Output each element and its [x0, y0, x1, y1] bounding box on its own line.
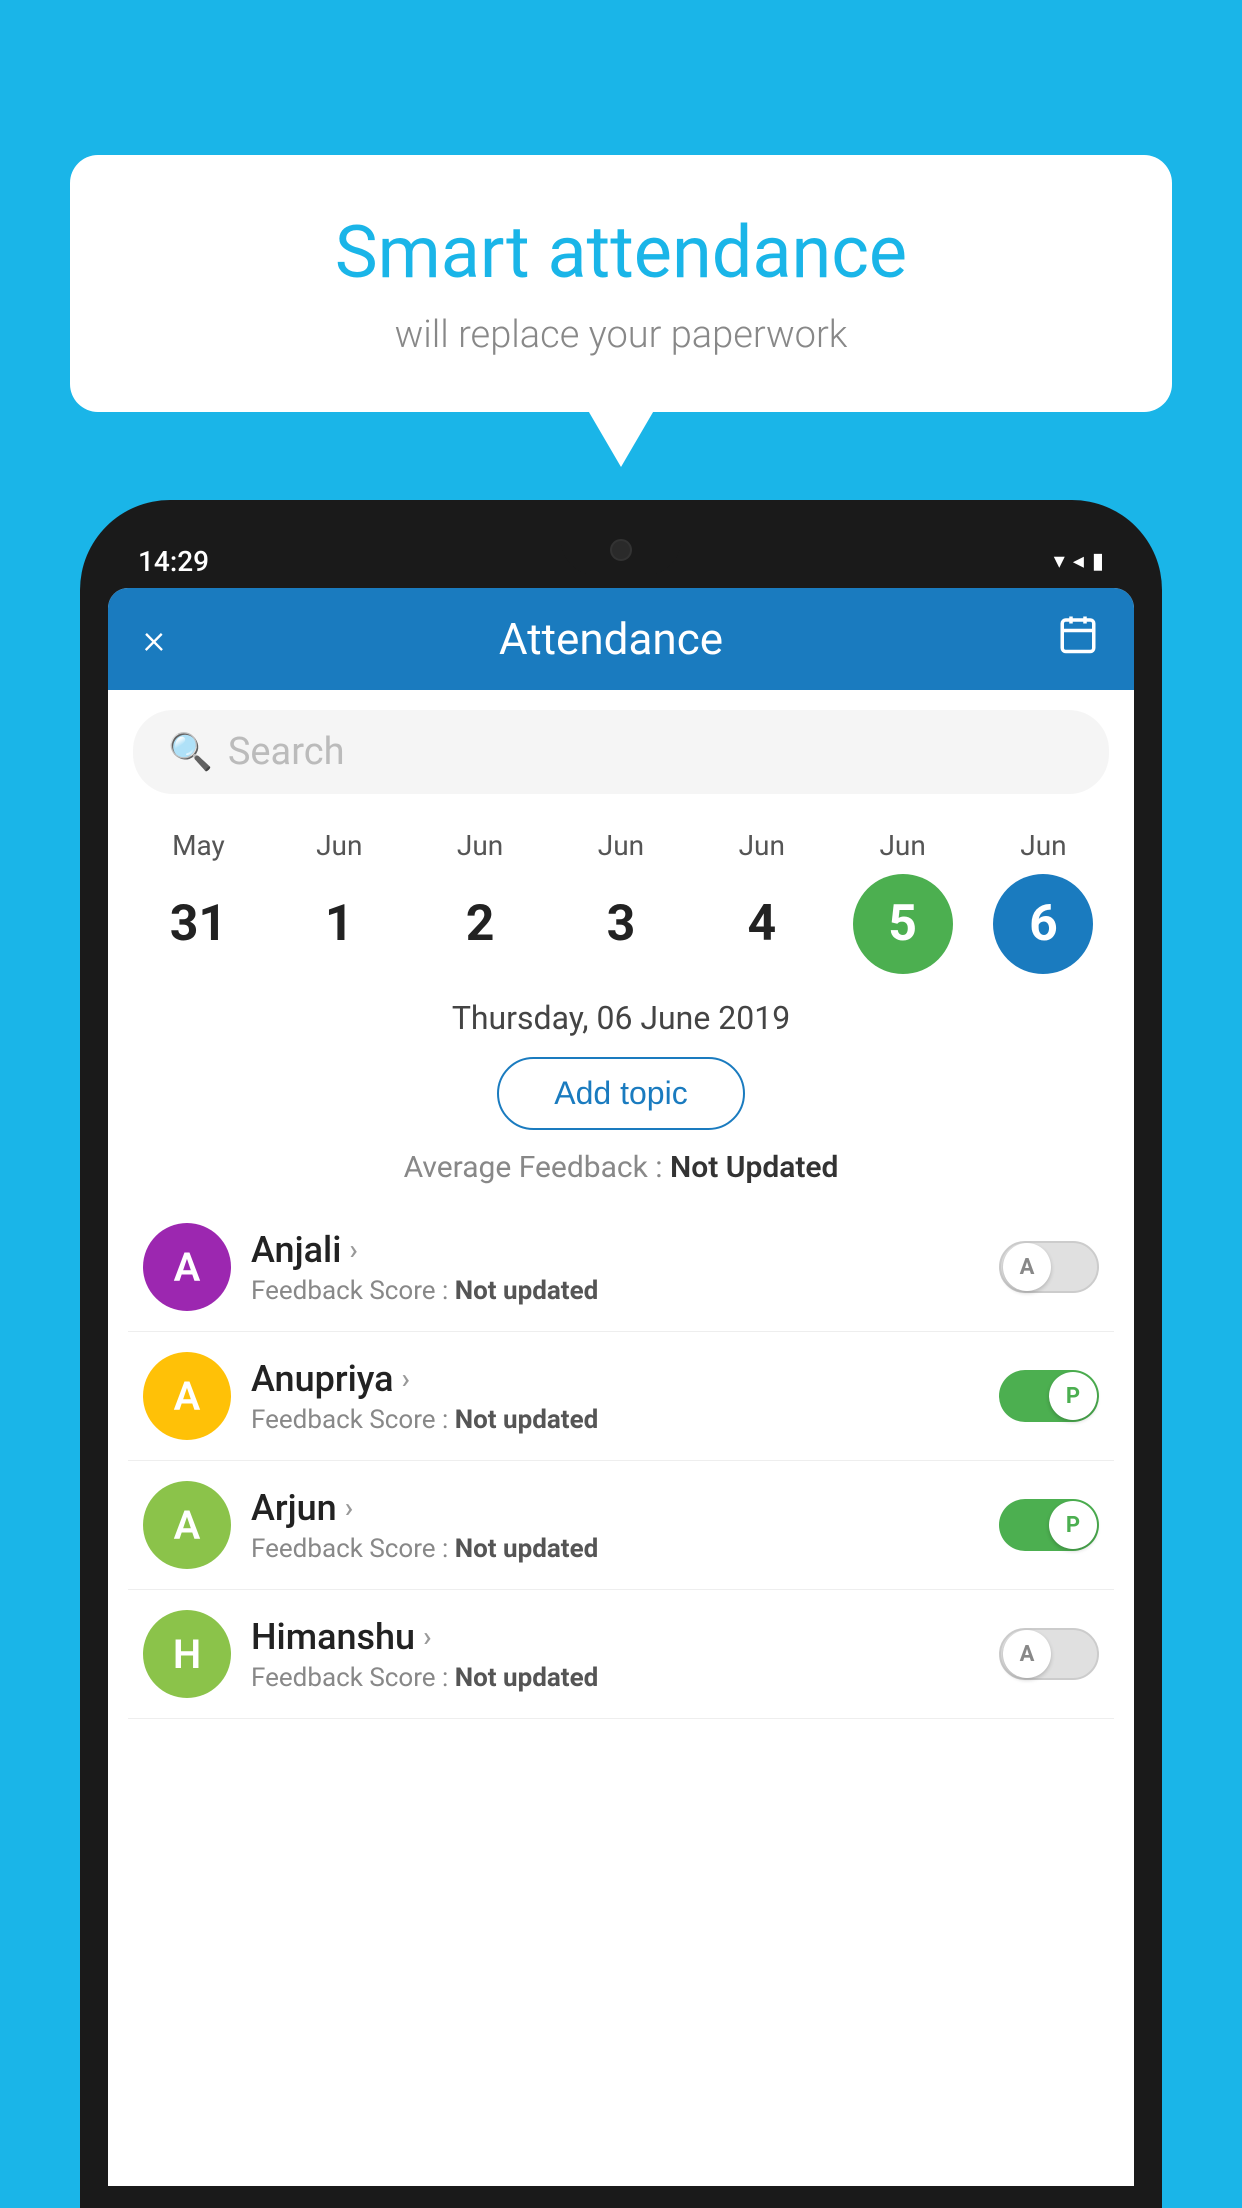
cal-month-label: Jun	[739, 829, 785, 862]
search-bar[interactable]: 🔍 Search	[133, 710, 1109, 794]
selected-date: Thursday, 06 June 2019	[108, 979, 1134, 1052]
student-info: Himanshu › Feedback Score : Not updated	[251, 1616, 979, 1693]
list-item[interactable]: A Anupriya › Feedback Score : Not updated P	[128, 1332, 1114, 1461]
calendar-day[interactable]: Jun 5	[843, 829, 963, 974]
close-button[interactable]: ×	[143, 615, 165, 664]
bubble-title: Smart attendance	[130, 210, 1112, 295]
student-list: AAnjali ›Feedback Score : Not updatedAAA…	[108, 1203, 1134, 1719]
attendance-toggle[interactable]: P	[999, 1499, 1099, 1551]
speech-bubble: Smart attendance will replace your paper…	[70, 155, 1172, 412]
cal-date-number[interactable]: 1	[289, 874, 389, 974]
student-name: Himanshu ›	[251, 1616, 979, 1658]
chevron-right-icon: ›	[345, 1491, 353, 1524]
calendar-day[interactable]: Jun 1	[279, 829, 399, 974]
add-topic-container: Add topic	[108, 1052, 1134, 1145]
cal-date-number[interactable]: 6	[993, 874, 1093, 974]
avatar: A	[143, 1481, 231, 1569]
calendar-day[interactable]: Jun 6	[983, 829, 1103, 974]
toggle-knob: P	[1049, 1501, 1097, 1549]
avatar: A	[143, 1223, 231, 1311]
list-item[interactable]: A Arjun › Feedback Score : Not updated P	[128, 1461, 1114, 1590]
list-item[interactable]: H Himanshu › Feedback Score : Not updated A	[128, 1590, 1114, 1719]
calendar-day[interactable]: Jun 2	[420, 829, 540, 974]
student-info: Arjun › Feedback Score : Not updated	[251, 1487, 979, 1564]
cal-date-number[interactable]: 4	[712, 874, 812, 974]
student-feedback: Feedback Score : Not updated	[251, 1405, 979, 1435]
toggle-knob: A	[1003, 1243, 1051, 1291]
attendance-toggle[interactable]: A	[999, 1241, 1099, 1293]
app-header: × Attendance	[108, 588, 1134, 690]
cal-date-number[interactable]: 31	[148, 874, 248, 974]
chevron-right-icon: ›	[402, 1362, 410, 1395]
calendar-day[interactable]: Jun 4	[702, 829, 822, 974]
cal-month-label: Jun	[457, 829, 503, 862]
search-placeholder: Search	[228, 730, 345, 774]
chevron-right-icon: ›	[423, 1620, 431, 1653]
student-info: Anjali › Feedback Score : Not updated	[251, 1229, 979, 1306]
bubble-subtitle: will replace your paperwork	[130, 313, 1112, 357]
calendar-row: May 31 Jun 1 Jun 2 Jun 3 Jun 4 Jun 5 Jun 6	[108, 814, 1134, 979]
search-icon: 🔍	[168, 731, 213, 773]
student-name: Arjun ›	[251, 1487, 979, 1529]
calendar-icon[interactable]	[1057, 613, 1099, 665]
cal-date-number[interactable]: 5	[853, 874, 953, 974]
avatar: H	[143, 1610, 231, 1698]
header-title: Attendance	[499, 613, 723, 665]
cal-month-label: Jun	[879, 829, 925, 862]
phone-frame: 14:29 ▾ ◂ ▮ × Attendance	[80, 500, 1162, 2208]
cal-date-number[interactable]: 3	[571, 874, 671, 974]
student-feedback: Feedback Score : Not updated	[251, 1663, 979, 1693]
student-feedback: Feedback Score : Not updated	[251, 1534, 979, 1564]
toggle-knob: A	[1003, 1630, 1051, 1678]
add-topic-button[interactable]: Add topic	[497, 1057, 744, 1130]
signal-icon: ◂	[1073, 549, 1084, 574]
cal-date-number[interactable]: 2	[430, 874, 530, 974]
calendar-day[interactable]: May 31	[138, 829, 258, 974]
notch-camera	[610, 539, 632, 561]
cal-month-label: May	[172, 829, 225, 862]
student-name: Anupriya ›	[251, 1358, 979, 1400]
avatar: A	[143, 1352, 231, 1440]
status-time: 14:29	[138, 545, 209, 578]
wifi-icon: ▾	[1054, 549, 1065, 574]
status-icons: ▾ ◂ ▮	[1054, 549, 1104, 574]
cal-month-label: Jun	[316, 829, 362, 862]
attendance-toggle[interactable]: A	[999, 1628, 1099, 1680]
student-feedback: Feedback Score : Not updated	[251, 1276, 979, 1306]
cal-month-label: Jun	[598, 829, 644, 862]
cal-month-label: Jun	[1020, 829, 1066, 862]
attendance-toggle[interactable]: P	[999, 1370, 1099, 1422]
calendar-day[interactable]: Jun 3	[561, 829, 681, 974]
phone-screen: × Attendance 🔍 Search May31Jun1Jun2Jun3J…	[108, 588, 1134, 2186]
chevron-right-icon: ›	[349, 1233, 357, 1266]
list-item[interactable]: A Anjali › Feedback Score : Not updated A	[128, 1203, 1114, 1332]
avg-feedback: Average Feedback : Not Updated	[108, 1145, 1134, 1203]
battery-icon: ▮	[1092, 549, 1104, 574]
toggle-knob: P	[1049, 1372, 1097, 1420]
student-name: Anjali ›	[251, 1229, 979, 1271]
status-bar: 14:29 ▾ ◂ ▮	[108, 530, 1134, 588]
student-info: Anupriya › Feedback Score : Not updated	[251, 1358, 979, 1435]
notch	[561, 525, 681, 575]
